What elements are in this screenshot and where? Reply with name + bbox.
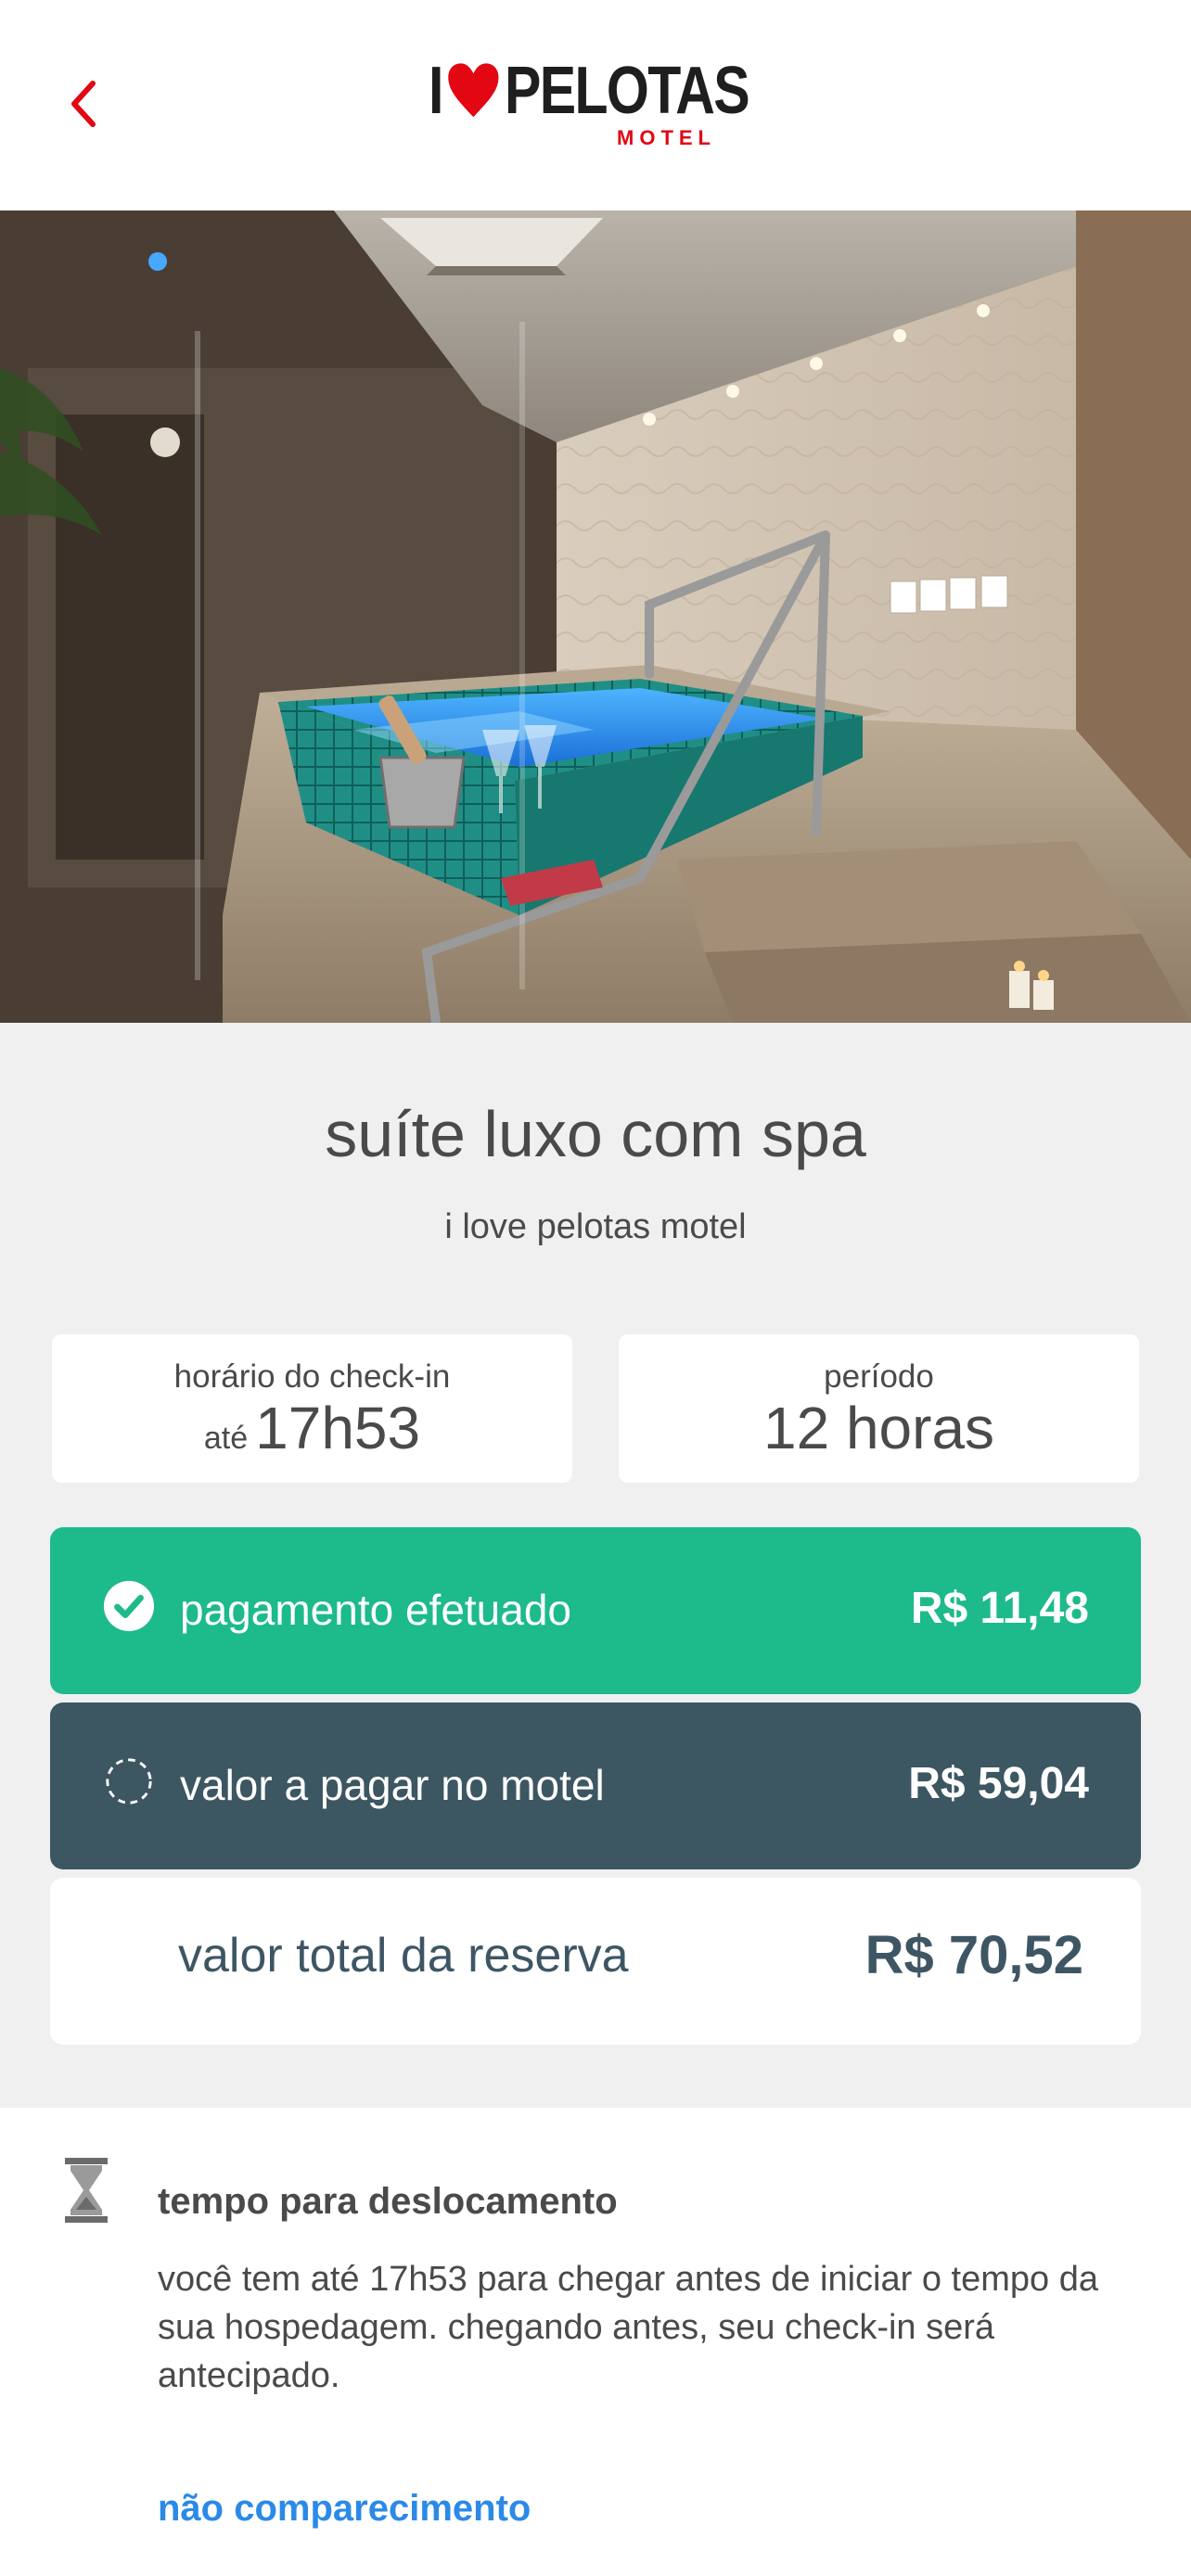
chevron-left-icon [71,81,96,127]
total-label: valor total da reserva [178,1929,629,1983]
dashed-circle-icon [106,1758,152,1804]
paid-amount-bar: pagamento efetuado R$ 11,48 [50,1527,1141,1694]
checkin-card: horário do check-in até 17h53 [52,1334,572,1483]
due-amount-bar: valor a pagar no motel R$ 59,04 [50,1702,1141,1869]
motel-name: i love pelotas motel [444,1207,747,1246]
period-label: período [824,1358,934,1395]
app-header: I PELOTAS MOTEL [0,0,1191,210]
hourglass-icon [65,2158,108,2223]
paid-amount: R$ 11,48 [910,1584,1089,1633]
paid-label: pagamento efetuado [180,1586,572,1634]
due-amount: R$ 59,04 [908,1759,1089,1808]
room-title: suíte luxo com spa [325,1098,866,1170]
travel-time-title: tempo para deslocamento [158,2181,618,2222]
checkin-value: até 17h53 [52,1394,572,1462]
total-amount-bar: valor total da reserva R$ 70,52 [50,1878,1141,2045]
logo-sub: MOTEL [617,126,716,149]
period-card: período 12 horas [619,1334,1139,1483]
no-show-link[interactable]: não comparecimento [158,2488,531,2530]
check-circle-icon [103,1580,155,1632]
back-button[interactable] [46,67,121,141]
checkin-prefix: até [203,1421,249,1456]
suite-photo [0,210,1191,1023]
travel-time-text: você tem até 17h53 para chegar antes de … [158,2260,1098,2395]
checkin-label: horário do check-in [173,1358,451,1395]
logo-word: PELOTAS [505,54,750,128]
due-label: valor a pagar no motel [180,1761,605,1809]
period-value: 12 horas [762,1395,995,1461]
checkin-time: 17h53 [255,1395,421,1461]
heart-icon [448,63,499,118]
logo-letter: I [429,54,443,128]
total-amount: R$ 70,52 [864,1925,1083,1985]
brand-logo: I PELOTAS MOTEL [429,54,762,156]
